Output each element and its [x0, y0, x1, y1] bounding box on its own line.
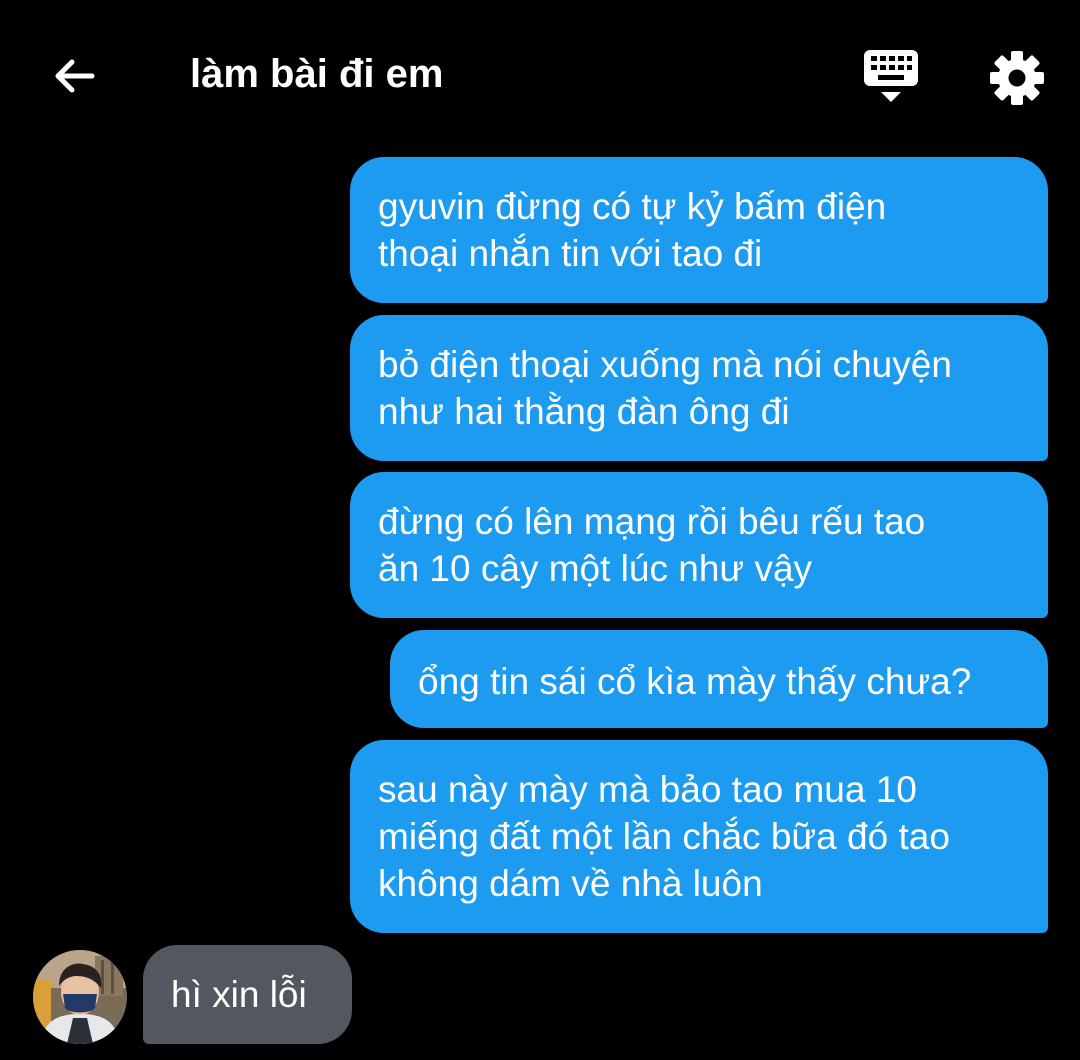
arrow-left-icon: [55, 59, 95, 93]
avatar-photo: [33, 950, 127, 1044]
outgoing-message[interactable]: ổng tin sái cổ kìa mày thấy chưa?: [390, 630, 1048, 728]
chat-title: làm bài đi em: [190, 52, 444, 96]
outgoing-message[interactable]: đừng có lên mạng rồi bêu rếu tao ăn 10 c…: [350, 472, 1048, 618]
outgoing-message[interactable]: gyuvin đừng có tự kỷ bấm điện thoại nhắn…: [350, 157, 1048, 303]
keyboard-hide-icon: [864, 50, 918, 102]
back-button[interactable]: [44, 46, 104, 106]
keyboard-toggle-button[interactable]: [858, 46, 924, 108]
settings-button[interactable]: [985, 46, 1049, 110]
outgoing-message[interactable]: sau này mày mà bảo tao mua 10 miếng đất …: [350, 740, 1048, 933]
gear-icon: [990, 51, 1044, 105]
outgoing-message[interactable]: bỏ điện thoại xuống mà nói chuyện như ha…: [350, 315, 1048, 461]
avatar[interactable]: [33, 950, 127, 1044]
chat-header: làm bài đi em: [0, 0, 1080, 150]
incoming-message[interactable]: hì xin lỗi: [143, 945, 352, 1044]
